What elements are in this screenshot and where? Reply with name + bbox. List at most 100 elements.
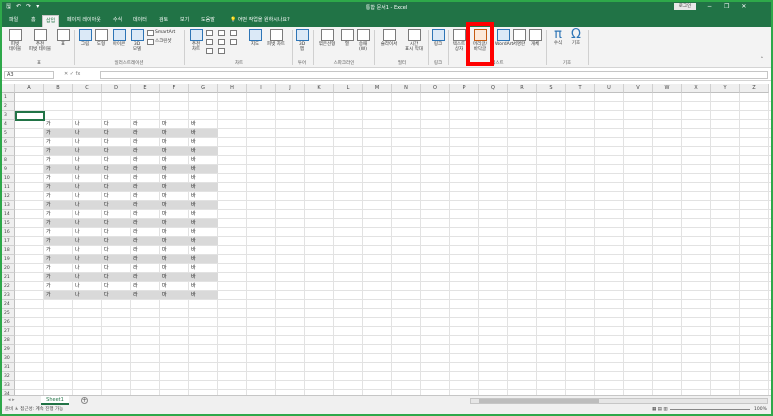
column-header[interactable]: A [15, 84, 44, 93]
login-button[interactable]: 로그인 [674, 3, 696, 10]
cell[interactable]: 바 [189, 174, 218, 183]
cell[interactable]: 나 [73, 156, 102, 165]
cell[interactable]: 다 [102, 246, 131, 255]
cell[interactable]: 가 [44, 183, 73, 192]
column-header[interactable]: W [653, 84, 682, 93]
slicer-button[interactable]: 슬라이서 [378, 29, 400, 47]
column-header[interactable]: P [450, 84, 479, 93]
cell[interactable]: 바 [189, 138, 218, 147]
cell[interactable]: 다 [102, 165, 131, 174]
cell[interactable]: 다 [102, 264, 131, 273]
column-header[interactable]: M [363, 84, 392, 93]
row-header[interactable]: 17 [2, 237, 15, 246]
cell[interactable]: 가 [44, 246, 73, 255]
cell[interactable]: 라 [131, 120, 160, 129]
view-mode-icons[interactable]: ▦ ▤ ▥ [652, 406, 668, 414]
column-header[interactable]: S [537, 84, 566, 93]
equation-button[interactable]: π 수식 [550, 28, 566, 46]
cell[interactable]: 바 [189, 264, 218, 273]
column-header[interactable]: O [421, 84, 450, 93]
cell[interactable]: 마 [160, 273, 189, 282]
cell[interactable]: 라 [131, 174, 160, 183]
row-header[interactable]: 22 [2, 282, 15, 291]
cell[interactable]: 라 [131, 246, 160, 255]
row-header[interactable]: 20 [2, 264, 15, 273]
row-header[interactable]: 16 [2, 228, 15, 237]
cell[interactable]: 라 [131, 165, 160, 174]
column-header[interactable]: K [305, 84, 334, 93]
cell[interactable]: 라 [131, 219, 160, 228]
cell[interactable]: 라 [131, 183, 160, 192]
cell[interactable]: 나 [73, 210, 102, 219]
selected-cell[interactable] [15, 111, 45, 121]
row-header[interactable]: 33 [2, 381, 15, 390]
collapse-ribbon-icon[interactable]: ⌃ [760, 57, 764, 62]
cell[interactable]: 마 [160, 228, 189, 237]
column-header[interactable]: D [102, 84, 131, 93]
row-header[interactable]: 27 [2, 327, 15, 336]
column-header[interactable]: F [160, 84, 189, 93]
column-header[interactable]: V [624, 84, 653, 93]
pivot-table-button[interactable]: 피벗 테이블 [5, 29, 25, 52]
cell[interactable]: 나 [73, 120, 102, 129]
close-icon[interactable]: ✕ [741, 3, 746, 11]
tab-review[interactable]: 검토 [156, 15, 171, 27]
pivot-chart-button[interactable]: 피벗 차트 [264, 29, 288, 47]
cell[interactable]: 다 [102, 255, 131, 264]
column-header[interactable]: U [595, 84, 624, 93]
cell[interactable]: 바 [189, 129, 218, 138]
cell[interactable]: 나 [73, 219, 102, 228]
cell[interactable]: 다 [102, 273, 131, 282]
row-header[interactable]: 29 [2, 345, 15, 354]
cell[interactable]: 바 [189, 273, 218, 282]
cell[interactable]: 마 [160, 165, 189, 174]
cell[interactable]: 가 [44, 156, 73, 165]
cell[interactable]: 마 [160, 156, 189, 165]
cell[interactable]: 마 [160, 246, 189, 255]
maps-button[interactable]: 지도 [248, 29, 262, 47]
cell[interactable]: 바 [189, 201, 218, 210]
cell[interactable]: 나 [73, 228, 102, 237]
cell[interactable]: 라 [131, 129, 160, 138]
3d-models-button[interactable]: 3D 모델 [130, 29, 144, 52]
cell[interactable]: 라 [131, 282, 160, 291]
column-header[interactable]: E [131, 84, 160, 93]
cell[interactable]: 마 [160, 120, 189, 129]
zoom-percent[interactable]: 100% [754, 406, 767, 414]
zoom-slider[interactable] [670, 409, 750, 410]
symbol-button[interactable]: Ω 기호 [568, 28, 584, 46]
column-header[interactable]: I [247, 84, 276, 93]
column-header[interactable]: J [276, 84, 305, 93]
cell[interactable]: 마 [160, 264, 189, 273]
cell[interactable]: 바 [189, 165, 218, 174]
cell[interactable]: 마 [160, 201, 189, 210]
object-button[interactable]: 개체 [528, 29, 542, 47]
scrollbar-thumb[interactable] [479, 399, 599, 403]
tab-file[interactable]: 파일 [6, 15, 21, 27]
tab-page-layout[interactable]: 페이지 레이아웃 [64, 15, 104, 27]
cell[interactable]: 바 [189, 255, 218, 264]
link-button[interactable]: 링크 [431, 29, 445, 47]
cell[interactable]: 다 [102, 156, 131, 165]
column-header[interactable]: G [189, 84, 218, 93]
tab-home[interactable]: 홈 [28, 15, 39, 27]
cell[interactable]: 라 [131, 255, 160, 264]
cell[interactable]: 라 [131, 192, 160, 201]
row-header[interactable]: 32 [2, 372, 15, 381]
column-header[interactable]: L [334, 84, 363, 93]
cell[interactable]: 마 [160, 291, 189, 300]
recommended-pivot-button[interactable]: 추천 피벗 테이블 [26, 29, 54, 52]
cell[interactable]: 바 [189, 246, 218, 255]
cell[interactable]: 라 [131, 210, 160, 219]
cell[interactable]: 나 [73, 165, 102, 174]
cell[interactable]: 가 [44, 147, 73, 156]
cell[interactable]: 다 [102, 129, 131, 138]
formula-input[interactable] [100, 71, 768, 79]
row-header[interactable]: 28 [2, 336, 15, 345]
select-all-corner[interactable] [2, 84, 15, 93]
cell[interactable]: 다 [102, 120, 131, 129]
column-header[interactable]: C [73, 84, 102, 93]
row-header[interactable]: 10 [2, 174, 15, 183]
cell[interactable]: 가 [44, 237, 73, 246]
row-header[interactable]: 19 [2, 255, 15, 264]
